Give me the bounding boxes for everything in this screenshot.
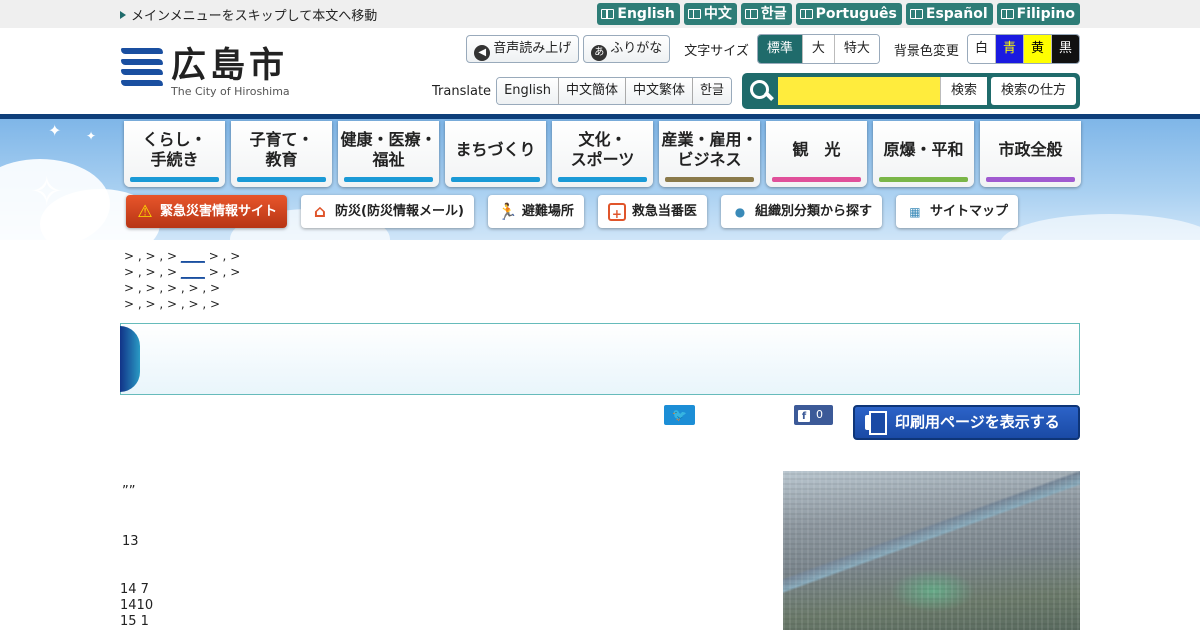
- global-nav: くらし・ 手続き 子育て・ 教育 健康・医療・ 福祉 まちづくり 文化・ スポー…: [124, 121, 1081, 187]
- breadcrumb: > , > , > ____ > , > > , > , > ____ > , …: [124, 248, 240, 312]
- breadcrumb-row[interactable]: > , > , > , > , >: [124, 280, 240, 296]
- translate-and-search: Translate English 中文簡体 中文繁体 한글 検索 検索の仕方: [432, 73, 1080, 109]
- font-size-selector: 標準 大 特大: [756, 34, 880, 64]
- book-icon: [687, 9, 701, 19]
- nav-sangyou[interactable]: 産業・雇用・ ビジネス: [659, 121, 760, 187]
- furigana-icon: あ: [591, 45, 608, 61]
- bird-icon: ✧: [30, 169, 64, 215]
- breadcrumb-row: > , > , > ____ > , >: [124, 249, 241, 263]
- bg-black[interactable]: 黒: [1050, 35, 1079, 63]
- font-size-xlarge[interactable]: 特大: [833, 35, 879, 63]
- organization-search-button[interactable]: ● 組織別分類から探す: [720, 195, 882, 228]
- emergency-disaster-button[interactable]: ⚠ 緊急災害情報サイト: [126, 195, 288, 228]
- nav-shisei[interactable]: 市政全般: [980, 121, 1081, 187]
- bird-icon: ✦: [86, 129, 97, 143]
- nav-bunka[interactable]: 文化・ スポーツ: [552, 121, 653, 187]
- page-title-box: [120, 323, 1080, 395]
- breadcrumb-row[interactable]: > , > , > , > , >: [124, 296, 240, 312]
- warning-icon: ⚠: [137, 201, 153, 222]
- medical-cross-icon: +: [607, 202, 626, 221]
- translate-zh-simplified[interactable]: 中文簡体: [558, 78, 626, 104]
- triangle-right-icon: [120, 11, 126, 19]
- site-header: 広島市 The City of Hiroshima ◀ 音声読み上げ あふりがな …: [0, 28, 1200, 114]
- accessibility-tools: ◀ 音声読み上げ あふりがな 文字サイズ 標準 大 特大 背景色変更 白 青 黄 …: [466, 34, 1080, 64]
- language-links: English 中文 한글 Português Español Filipino: [597, 3, 1080, 25]
- nav-kosodate[interactable]: 子育て・ 教育: [231, 121, 332, 187]
- twitter-bird-icon: 🐦: [672, 408, 687, 422]
- translate-zh-traditional[interactable]: 中文繁体: [625, 78, 693, 104]
- facebook-like-button[interactable]: f0: [794, 405, 833, 425]
- like-count: 0: [816, 408, 823, 421]
- body-text: 13: [122, 534, 139, 549]
- bg-white[interactable]: 白: [967, 35, 995, 63]
- furigana-button[interactable]: あふりがな: [583, 35, 671, 63]
- lang-filipino[interactable]: Filipino: [996, 3, 1080, 25]
- print-page-button[interactable]: 印刷用ページを表示する: [853, 405, 1080, 440]
- body-text: ””: [122, 484, 136, 499]
- speaker-icon: ◀: [474, 45, 491, 61]
- quick-links: ⚠ 緊急災害情報サイト ⌂ 防災(防災情報メール) 🏃 避難場所 + 救急当番医 ● 組織…: [126, 195, 1018, 228]
- skip-to-content-link[interactable]: メインメニューをスキップして本文へ移動: [120, 5, 377, 24]
- bird-icon: ✦: [48, 121, 62, 140]
- bg-color-selector: 白 青 黄 黒: [966, 34, 1080, 64]
- sitemap-icon: ▦: [909, 204, 921, 219]
- font-size-large[interactable]: 大: [801, 35, 834, 63]
- translate-korean[interactable]: 한글: [692, 78, 731, 104]
- voice-readout-button[interactable]: ◀ 音声読み上げ: [466, 35, 580, 63]
- nav-kankou[interactable]: 観 光: [766, 121, 867, 187]
- nav-kenkou[interactable]: 健康・医療・ 福祉: [338, 121, 439, 187]
- top-bar: メインメニューをスキップして本文へ移動 English 中文 한글 Portug…: [0, 0, 1200, 28]
- search-icon: [746, 77, 778, 105]
- search-input[interactable]: [777, 77, 940, 105]
- book-icon: [744, 9, 758, 19]
- nav-kurashi[interactable]: くらし・ 手続き: [124, 121, 225, 187]
- bg-color-label: 背景色変更: [893, 43, 959, 59]
- site-logo[interactable]: 広島市 The City of Hiroshima: [121, 46, 290, 98]
- translate-selector: English 中文簡体 中文繁体 한글: [496, 77, 732, 105]
- body-text: 15 1: [120, 614, 149, 629]
- tweet-button[interactable]: 🐦: [664, 405, 695, 425]
- search-button[interactable]: 検索: [939, 77, 987, 105]
- lang-chinese[interactable]: 中文: [683, 3, 737, 25]
- lang-korean[interactable]: 한글: [740, 3, 792, 25]
- city-emblem-icon: [121, 48, 163, 86]
- sitemap-button[interactable]: ▦ サイトマップ: [895, 195, 1018, 228]
- logo-subtitle: The City of Hiroshima: [171, 85, 290, 98]
- font-size-label: 文字サイズ: [684, 43, 749, 59]
- evacuation-site-button[interactable]: 🏃 避難場所: [487, 195, 584, 228]
- aerial-city-photo: [783, 471, 1080, 630]
- bg-blue[interactable]: 青: [994, 35, 1023, 63]
- house-icon: ⌂: [313, 201, 327, 222]
- lang-english[interactable]: English: [597, 3, 680, 25]
- book-icon: [909, 9, 923, 19]
- translate-label: Translate: [432, 83, 492, 99]
- emergency-doctor-button[interactable]: + 救急当番医: [597, 195, 707, 228]
- nav-genbaku-heiwa[interactable]: 原爆・平和: [873, 121, 974, 187]
- facebook-icon: f: [798, 410, 810, 422]
- book-icon: [799, 9, 813, 19]
- logo-title: 広島市: [171, 45, 289, 86]
- global-nav-band: ✦ ✦ ✧ くらし・ 手続き 子育て・ 教育 健康・医療・ 福祉 まちづくり 文…: [0, 114, 1200, 240]
- translate-english[interactable]: English: [497, 78, 559, 104]
- lang-spanish[interactable]: Español: [905, 3, 993, 25]
- book-icon: [1000, 9, 1014, 19]
- people-icon: ●: [734, 204, 746, 219]
- search-help-button[interactable]: 検索の仕方: [990, 77, 1076, 105]
- site-search: 検索 検索の仕方: [741, 73, 1080, 109]
- body-text: 1410: [120, 598, 154, 613]
- lang-portuguese[interactable]: Português: [795, 3, 902, 25]
- nav-machizukuri[interactable]: まちづくり: [445, 121, 546, 187]
- bousai-mail-button[interactable]: ⌂ 防災(防災情報メール): [301, 195, 474, 228]
- running-person-icon: 🏃: [497, 201, 518, 221]
- body-text: 14 7: [120, 582, 149, 597]
- book-icon: [601, 9, 615, 19]
- font-size-standard[interactable]: 標準: [757, 35, 802, 63]
- bg-yellow[interactable]: 黄: [1022, 35, 1051, 63]
- breadcrumb-row: > , > , > ____ > , >: [124, 265, 241, 279]
